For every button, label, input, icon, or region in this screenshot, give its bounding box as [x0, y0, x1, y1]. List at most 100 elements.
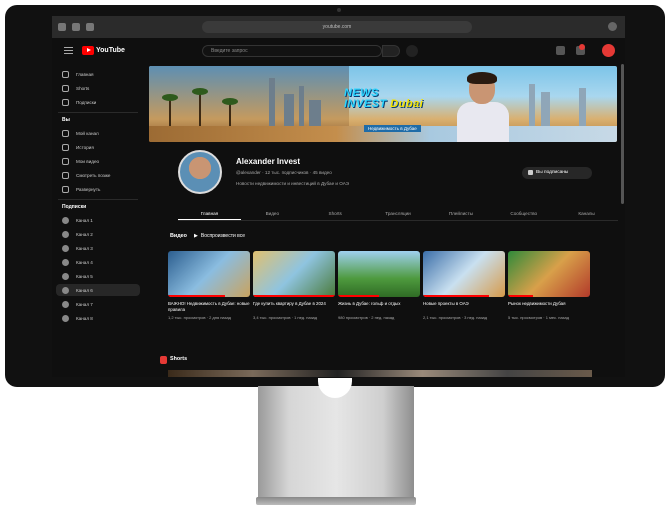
history-icon — [62, 143, 69, 151]
sidebar-item-subscription[interactable]: Канал 7 — [52, 298, 144, 310]
banner-person — [457, 72, 509, 142]
banner-building — [299, 86, 304, 128]
youtube-logo[interactable]: YouTube — [82, 46, 125, 55]
section-subscriptions-heading: Подписки — [62, 204, 87, 210]
sidebar-item-label: Развернуть — [76, 186, 101, 192]
sidebar-item-subscription-active[interactable]: Канал 6 — [56, 284, 140, 296]
channel-tabs: Главная Видео Shorts Трансляции Плейлист… — [178, 209, 618, 221]
video-thumbnail[interactable] — [508, 251, 590, 297]
video-shelf: ВАЖНО! Недвижимость в Дубае: новые прави… — [168, 251, 592, 341]
channel-description[interactable]: Новости недвижимости и инвестиций в Дуба… — [236, 181, 349, 186]
sidebar-item-expand[interactable]: Развернуть — [52, 183, 144, 195]
subscribe-button[interactable]: Вы подписаны — [522, 167, 592, 179]
channel-icon — [62, 129, 69, 137]
divider — [58, 199, 138, 200]
sidebar-item-label: История — [76, 144, 94, 150]
banner-title-accent: Dubai — [390, 98, 424, 110]
videos-section-title: Видео — [170, 233, 187, 239]
tab-community[interactable]: Сообщество — [492, 209, 555, 220]
banner-building — [529, 84, 535, 128]
channel-meta: @alexander · 12 тыс. подписчиков · 45 ви… — [236, 170, 332, 175]
video-meta: 980 просмотров · 2 нед. назад — [338, 315, 395, 320]
video-thumbnail[interactable] — [168, 251, 250, 297]
sidebar-item-subscription[interactable]: Канал 8 — [52, 312, 144, 324]
tab-channels[interactable]: Каналы — [555, 209, 618, 220]
banner-subtitle: Недвижимость в Дубае — [364, 125, 421, 132]
tab-videos[interactable]: Видео — [241, 209, 304, 220]
watch-later-icon — [62, 171, 69, 179]
video-card[interactable]: Жизнь в Дубае: гольф и отдых 980 просмот… — [338, 251, 420, 320]
address-bar[interactable]: youtube.com — [202, 21, 472, 33]
create-icon[interactable] — [556, 46, 565, 55]
reload-icon[interactable] — [86, 23, 94, 31]
forward-icon[interactable] — [72, 23, 80, 31]
sidebar-item-my-videos[interactable]: Мои видео — [52, 155, 144, 167]
video-title[interactable]: Жизнь в Дубае: гольф и отдых — [338, 301, 420, 313]
tab-playlists[interactable]: Плейлисты — [429, 209, 492, 220]
banner-title-line2: INVEST — [344, 98, 387, 110]
sidebar-item-subscriptions[interactable]: Подписки — [52, 96, 144, 108]
avatar[interactable] — [602, 44, 615, 57]
sidebar-item-label: Смотреть позже — [76, 172, 111, 178]
shorts-icon — [160, 356, 167, 364]
shorts-shelf[interactable] — [168, 370, 592, 377]
shorts-section-title: Shorts — [170, 356, 188, 362]
sidebar-item-my-channel[interactable]: Мой канал — [52, 127, 144, 139]
section-you-heading[interactable]: Вы — [52, 117, 144, 123]
sidebar-item-subscription[interactable]: Канал 3 — [52, 242, 144, 254]
video-card[interactable]: ВАЖНО! Недвижимость в Дубае: новые прави… — [168, 251, 250, 320]
sidebar-item-history[interactable]: История — [52, 141, 144, 153]
video-meta: 3,4 тыс. просмотров · 1 нед. назад — [253, 315, 318, 320]
video-card[interactable]: Рынок недвижимости Дубая 5 тыс. просмотр… — [508, 251, 590, 320]
sidebar-item-label: Канал 6 — [76, 287, 93, 293]
video-title[interactable]: Где купить квартиру в Дубае в 2024 — [253, 301, 335, 313]
video-title[interactable]: Новые проекты в ОАЭ — [423, 301, 505, 313]
mic-icon[interactable] — [406, 45, 418, 57]
sidebar-item-label: Канал 7 — [76, 301, 93, 307]
tab-home[interactable]: Главная — [178, 209, 241, 220]
tab-live[interactable]: Трансляции — [367, 209, 430, 220]
scrollbar[interactable] — [621, 64, 624, 204]
youtube-play-icon — [82, 46, 94, 55]
sidebar-item-label: Главная — [76, 71, 94, 77]
sidebar-item-subscription[interactable]: Канал 2 — [52, 228, 144, 240]
watch-progress-bar — [253, 295, 335, 297]
sidebar: Главная Shorts Подписки Вы Мой канал Ист… — [52, 64, 144, 377]
channel-banner: NEWS INVEST Dubai Недвижимость в Дубае — [149, 66, 617, 142]
sidebar-item-shorts[interactable]: Shorts — [52, 82, 144, 94]
search-input[interactable]: Введите запрос — [202, 45, 382, 57]
search-button[interactable] — [382, 45, 400, 57]
play-all-button[interactable]: Воспроизвести все — [194, 233, 245, 239]
shorts-icon — [62, 84, 69, 92]
chevron-down-icon — [62, 185, 69, 193]
video-meta: 1,2 тыс. просмотров · 2 дня назад — [168, 315, 232, 320]
channel-avatar[interactable] — [178, 150, 222, 194]
sidebar-item-subscription[interactable]: Канал 1 — [52, 214, 144, 226]
subscriptions-icon — [62, 98, 69, 106]
video-title[interactable]: Рынок недвижимости Дубая — [508, 301, 590, 313]
sidebar-item-subscription[interactable]: Канал 5 — [52, 270, 144, 282]
back-icon[interactable] — [58, 23, 66, 31]
menu-icon[interactable] — [64, 47, 73, 54]
videos-icon — [62, 157, 69, 165]
tab-shorts[interactable]: Shorts — [304, 209, 367, 220]
video-meta: 2,1 тыс. просмотров · 3 нед. назад — [423, 315, 488, 320]
sidebar-item-subscription[interactable]: Канал 4 — [52, 256, 144, 268]
channel-avatar-icon — [62, 286, 69, 294]
notification-badge — [579, 44, 585, 50]
profile-icon[interactable] — [608, 22, 617, 31]
video-thumbnail[interactable] — [253, 251, 335, 297]
video-card[interactable]: Где купить квартиру в Дубае в 2024 3,4 т… — [253, 251, 335, 320]
banner-person-body — [457, 102, 509, 142]
video-thumbnail[interactable] — [338, 251, 420, 297]
video-thumbnail[interactable] — [423, 251, 505, 297]
channel-avatar-icon — [62, 216, 69, 224]
video-meta: 5 тыс. просмотров · 1 мес. назад — [508, 315, 570, 320]
video-title[interactable]: ВАЖНО! Недвижимость в Дубае: новые прави… — [168, 301, 250, 313]
banner-building — [541, 92, 550, 128]
watch-progress-bar — [338, 295, 379, 297]
banner-building — [579, 88, 586, 128]
sidebar-item-watch-later[interactable]: Смотреть позже — [52, 169, 144, 181]
video-card[interactable]: Новые проекты в ОАЭ 2,1 тыс. просмотров … — [423, 251, 505, 320]
sidebar-item-home[interactable]: Главная — [52, 68, 144, 80]
